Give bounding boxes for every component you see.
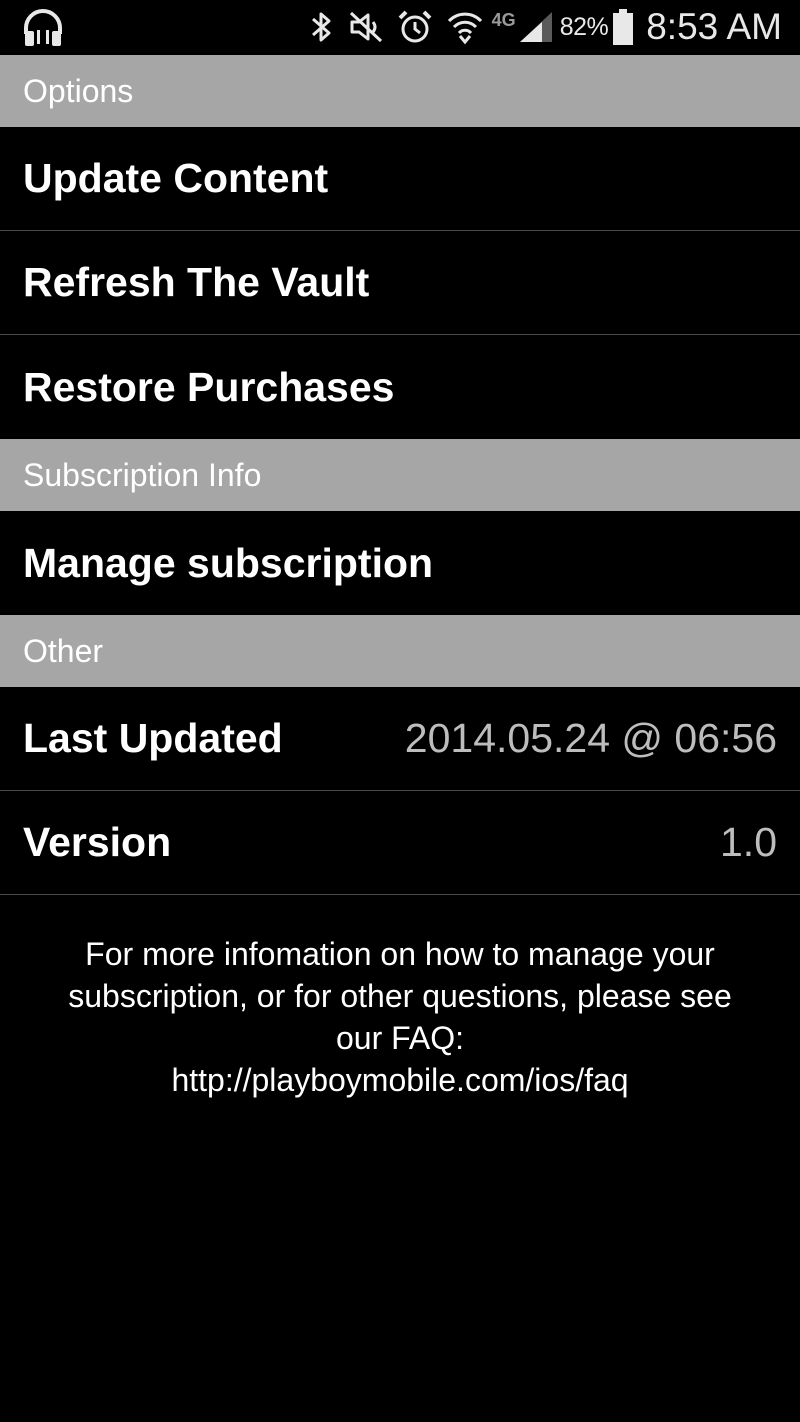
section-header-options: Options xyxy=(0,55,800,127)
version-label: Version xyxy=(23,819,172,865)
wifi-icon xyxy=(446,8,484,46)
manage-subscription-item[interactable]: Manage subscription xyxy=(0,511,800,615)
refresh-vault-label: Refresh The Vault xyxy=(23,259,370,305)
info-line-3: our FAQ: xyxy=(335,1020,465,1056)
section-header-other: Other xyxy=(0,615,800,687)
mute-icon xyxy=(348,10,384,44)
battery-icon xyxy=(612,8,634,46)
version-value: 1.0 xyxy=(720,819,777,865)
headphones-icon xyxy=(22,8,64,48)
info-line-2: subscription, or for other questions, pl… xyxy=(68,978,732,1014)
restore-purchases-label: Restore Purchases xyxy=(23,363,395,410)
signal-icon xyxy=(518,10,554,44)
restore-purchases-item[interactable]: Restore Purchases xyxy=(0,335,800,439)
update-content-label: Update Content xyxy=(23,155,329,201)
last-updated-value: 2014.05.24 @ 06:56 xyxy=(404,715,777,761)
last-updated-row: Last Updated 2014.05.24 @ 06:56 xyxy=(0,687,800,791)
faq-link[interactable]: http://playboymobile.com/ios/faq xyxy=(20,1059,780,1101)
update-content-item[interactable]: Update Content xyxy=(0,127,800,231)
version-row: Version 1.0 xyxy=(0,791,800,895)
info-line-1: For more infomation on how to manage you… xyxy=(85,936,715,972)
manage-subscription-label: Manage subscription xyxy=(23,539,434,586)
last-updated-label: Last Updated xyxy=(23,715,283,761)
bluetooth-icon xyxy=(309,9,335,45)
faq-info-text: For more infomation on how to manage you… xyxy=(0,933,800,1101)
section-header-subscription: Subscription Info xyxy=(0,439,800,511)
refresh-vault-item[interactable]: Refresh The Vault xyxy=(0,231,800,335)
network-4g-icon: 4G xyxy=(491,10,516,30)
alarm-icon xyxy=(397,9,433,45)
battery-percent: 82% xyxy=(559,12,609,41)
status-clock: 8:53 AM xyxy=(646,6,782,47)
status-bar: 4G 82% 8:53 AM xyxy=(0,0,800,55)
